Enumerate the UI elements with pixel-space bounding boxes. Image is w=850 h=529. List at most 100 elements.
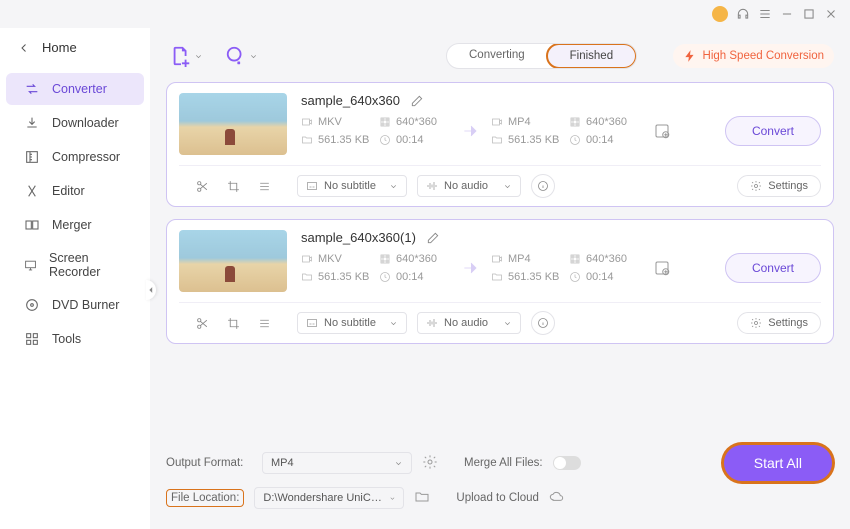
tab-finished[interactable]: Finished [546, 43, 637, 69]
info-icon [537, 317, 549, 329]
tools-icon [24, 331, 40, 347]
file-location-dropdown[interactable]: D:\Wondershare UniConverter 1 [254, 487, 404, 509]
video-thumbnail[interactable] [179, 93, 287, 155]
sidebar-item-label: Tools [52, 332, 81, 346]
file-name: sample_640x360(1) [301, 230, 416, 245]
tab-converting[interactable]: Converting [447, 44, 547, 68]
chevron-down-icon [394, 459, 403, 468]
file-location-value: D:\Wondershare UniConverter 1 [263, 492, 382, 504]
merger-icon [24, 217, 40, 233]
cloud-icon [549, 489, 565, 505]
sidebar-item-label: Downloader [52, 116, 119, 130]
chevron-left-icon [18, 42, 30, 54]
file-output-settings-button[interactable] [653, 122, 671, 140]
video-thumbnail[interactable] [179, 230, 287, 292]
home-button[interactable]: Home [0, 32, 150, 63]
chevron-down-icon [389, 319, 398, 328]
meta-item: 00:14 [569, 271, 641, 283]
chevron-down-icon [249, 52, 258, 61]
maximize-icon[interactable] [802, 7, 816, 21]
subtitle-icon [306, 180, 318, 192]
clock-icon [569, 271, 581, 283]
add-file-icon [170, 45, 192, 67]
file-output-settings-button[interactable] [653, 259, 671, 277]
file-list: sample_640x360 MKV 561.35 KB 640*360 00:14 MP… [166, 82, 834, 344]
sidebar: Home Converter Downloader Compressor Edi… [0, 28, 150, 529]
merge-all-toggle[interactable] [553, 456, 581, 470]
sidebar-item-label: Converter [52, 82, 107, 96]
meta-item: 561.35 KB [301, 271, 373, 283]
meta-item: 640*360 [379, 116, 451, 128]
status-tabs: Converting Finished [446, 43, 637, 69]
add-url-icon [225, 45, 247, 67]
subtitle-dropdown[interactable]: No subtitle [297, 312, 407, 334]
high-speed-conversion-button[interactable]: High Speed Conversion [673, 44, 834, 68]
convert-button[interactable]: Convert [725, 116, 821, 146]
info-button[interactable] [531, 174, 555, 198]
sidebar-item-screen-recorder[interactable]: Screen Recorder [6, 243, 144, 287]
more-icon[interactable] [258, 317, 271, 330]
meta-item: 561.35 KB [491, 271, 563, 283]
sidebar-item-label: Editor [52, 184, 85, 198]
chevron-down-icon [389, 494, 396, 503]
crop-icon[interactable] [227, 180, 240, 193]
file-card: sample_640x360(1)MKV561.35 KB640*36000:1… [166, 219, 834, 344]
res-icon [569, 253, 581, 265]
sidebar-item-compressor[interactable]: Compressor [6, 141, 144, 173]
meta-item: 640*360 [569, 116, 641, 128]
sidebar-item-merger[interactable]: Merger [6, 209, 144, 241]
meta-item: 640*360 [569, 253, 641, 265]
meta-item: 561.35 KB [301, 134, 373, 146]
video-icon [301, 253, 313, 265]
upload-cloud-button[interactable] [549, 489, 565, 508]
res-icon [379, 253, 391, 265]
video-icon [301, 116, 313, 128]
minimize-icon[interactable] [780, 7, 794, 21]
menu-icon[interactable] [758, 7, 772, 21]
audio-dropdown[interactable]: No audio [417, 312, 521, 334]
audio-dropdown[interactable]: No audio [417, 175, 521, 197]
trim-icon[interactable] [196, 317, 209, 330]
crop-icon[interactable] [227, 317, 240, 330]
chevron-down-icon [503, 319, 512, 328]
dvd-burner-icon [24, 297, 40, 313]
info-button[interactable] [531, 311, 555, 335]
clock-icon [379, 271, 391, 283]
avatar-icon[interactable] [712, 6, 728, 22]
gear-icon [422, 454, 438, 470]
folder-icon [301, 134, 313, 146]
meta-item: MKV [301, 116, 373, 128]
footer: Output Format: MP4 Merge All Files: Star… [166, 433, 834, 517]
edit-name-icon[interactable] [426, 231, 440, 245]
res-icon [569, 116, 581, 128]
arrow-icon [457, 121, 485, 141]
edit-name-icon[interactable] [410, 94, 424, 108]
trim-icon[interactable] [196, 180, 209, 193]
convert-button[interactable]: Convert [725, 253, 821, 283]
screen-recorder-icon [24, 257, 37, 273]
file-name: sample_640x360 [301, 93, 400, 108]
add-url-button[interactable] [221, 41, 262, 71]
card-settings-button[interactable]: Settings [737, 175, 821, 197]
meta-item: MP4 [491, 253, 563, 265]
output-format-dropdown[interactable]: MP4 [262, 452, 412, 474]
card-settings-button[interactable]: Settings [737, 312, 821, 334]
sidebar-item-label: DVD Burner [52, 298, 119, 312]
download-icon [24, 115, 40, 131]
sidebar-item-dvd-burner[interactable]: DVD Burner [6, 289, 144, 321]
audio-icon [426, 180, 438, 192]
open-folder-button[interactable] [414, 489, 430, 508]
folder-icon [491, 134, 503, 146]
editor-icon [24, 183, 40, 199]
sidebar-item-downloader[interactable]: Downloader [6, 107, 144, 139]
start-all-button[interactable]: Start All [722, 443, 834, 483]
sidebar-item-converter[interactable]: Converter [6, 73, 144, 105]
headset-icon[interactable] [736, 7, 750, 21]
close-icon[interactable] [824, 7, 838, 21]
sidebar-item-tools[interactable]: Tools [6, 323, 144, 355]
output-settings-button[interactable] [422, 454, 438, 473]
sidebar-item-editor[interactable]: Editor [6, 175, 144, 207]
add-file-button[interactable] [166, 41, 207, 71]
subtitle-dropdown[interactable]: No subtitle [297, 175, 407, 197]
more-icon[interactable] [258, 180, 271, 193]
